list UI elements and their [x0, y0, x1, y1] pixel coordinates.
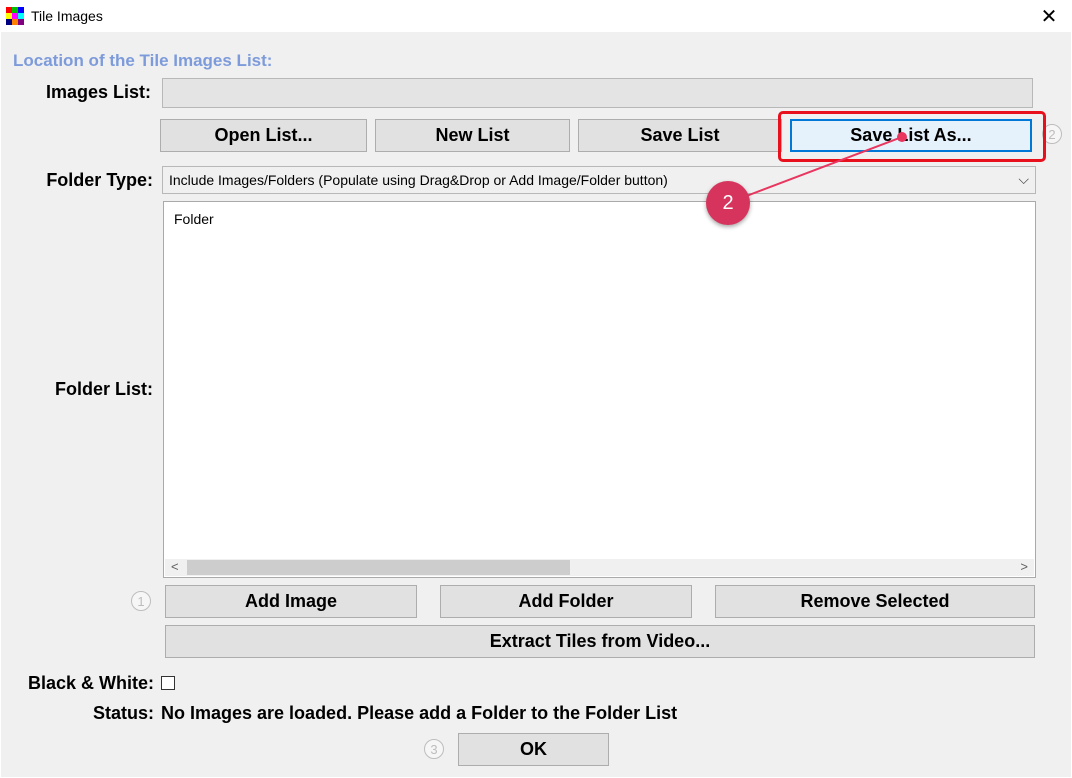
annotation-dot: [897, 132, 907, 142]
annotation-line: [727, 136, 903, 204]
annotation-arrow: [727, 132, 907, 204]
annotation-marker: 2: [706, 181, 750, 225]
